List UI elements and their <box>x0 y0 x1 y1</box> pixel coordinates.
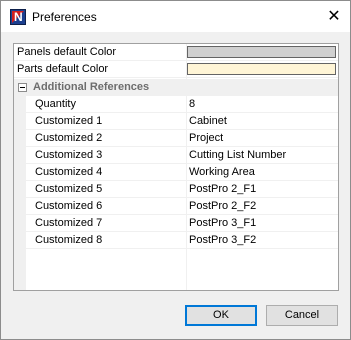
property-value[interactable]: Cutting List Number <box>189 147 286 164</box>
color-swatch[interactable] <box>187 46 336 58</box>
property-label: Customized 5 <box>35 183 103 195</box>
property-row[interactable]: Customized 6 PostPro 2_F2 <box>14 198 338 215</box>
property-value[interactable]: PostPro 3_F1 <box>189 215 256 232</box>
cancel-button[interactable]: Cancel <box>266 305 338 326</box>
property-row[interactable]: Customized 1 Cabinet <box>14 113 338 130</box>
property-value[interactable]: Project <box>189 130 223 147</box>
property-row[interactable]: Customized 2 Project <box>14 130 338 147</box>
property-label: Customized 7 <box>35 217 103 229</box>
property-grid[interactable]: Panels default Color Parts default Color… <box>13 43 339 291</box>
color-swatch[interactable] <box>187 63 336 75</box>
title-bar[interactable]: N Preferences ✕ <box>1 1 350 32</box>
property-value[interactable]: Working Area <box>189 164 255 181</box>
ok-button[interactable]: OK <box>185 305 257 326</box>
property-row[interactable]: Customized 5 PostPro 2_F1 <box>14 181 338 198</box>
close-button[interactable]: ✕ <box>318 1 350 32</box>
property-value[interactable]: Cabinet <box>189 113 227 130</box>
property-row[interactable]: Customized 8 PostPro 3_F2 <box>14 232 338 249</box>
property-row[interactable]: Customized 3 Cutting List Number <box>14 147 338 164</box>
property-label: Customized 8 <box>35 234 103 246</box>
property-label: Customized 4 <box>35 166 103 178</box>
close-icon: ✕ <box>327 8 341 25</box>
property-row[interactable]: Quantity 8 <box>14 96 338 113</box>
property-value[interactable]: PostPro 3_F2 <box>189 232 256 249</box>
collapse-icon[interactable] <box>18 83 27 92</box>
property-label: Panels default Color <box>17 46 117 58</box>
category-additional-references[interactable]: Additional References <box>14 79 338 96</box>
property-label: Customized 2 <box>35 132 103 144</box>
property-value[interactable]: 8 <box>189 96 195 113</box>
property-label: Parts default Color <box>17 63 109 75</box>
property-value[interactable]: PostPro 2_F1 <box>189 181 256 198</box>
property-value[interactable]: PostPro 2_F2 <box>189 198 256 215</box>
category-label: Additional References <box>33 81 150 93</box>
property-label: Customized 6 <box>35 200 103 212</box>
app-logo-icon: N <box>10 9 26 25</box>
property-row-panels-color[interactable]: Panels default Color <box>14 44 338 61</box>
property-label: Quantity <box>35 98 76 110</box>
property-row[interactable]: Customized 4 Working Area <box>14 164 338 181</box>
window-title: Preferences <box>32 10 97 24</box>
property-row-parts-color[interactable]: Parts default Color <box>14 61 338 78</box>
property-label: Customized 1 <box>35 115 103 127</box>
preferences-dialog: N Preferences ✕ Panels default Color Par… <box>0 0 351 340</box>
property-row[interactable]: Customized 7 PostPro 3_F1 <box>14 215 338 232</box>
property-label: Customized 3 <box>35 149 103 161</box>
